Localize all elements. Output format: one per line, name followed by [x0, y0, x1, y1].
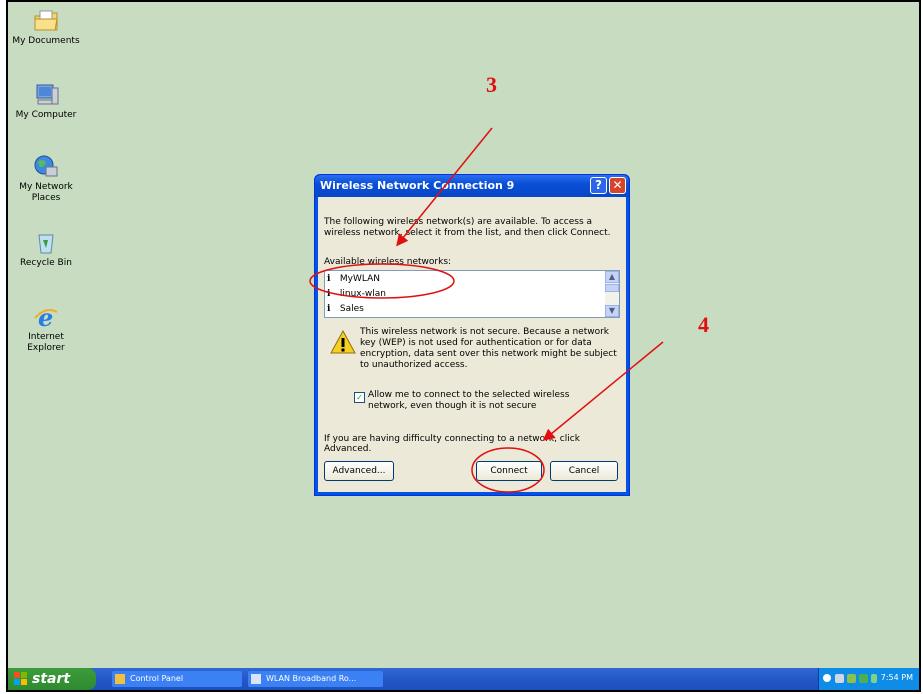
screenshot-frame: My Documents My Computer My Network Plac…	[6, 0, 921, 692]
info-icon: i	[327, 274, 331, 284]
dialog-body: The following wireless network(s) are av…	[318, 197, 626, 492]
network-name: MyWLAN	[339, 274, 380, 284]
network-name: linux-wlan	[339, 289, 386, 299]
start-label: start	[32, 671, 71, 687]
info-icon: i	[327, 304, 331, 314]
desktop-icon-my-network-places[interactable]: My Network Places	[8, 154, 84, 204]
troubleshoot-text: If you are having difficulty connecting …	[324, 434, 580, 454]
scroll-down-icon[interactable]: ▼	[605, 305, 619, 317]
cancel-button[interactable]: Cancel	[550, 461, 618, 481]
desktop-icon-label: My Network Places	[19, 182, 73, 203]
clock: 7:54 PM	[880, 673, 913, 682]
security-tray-icon[interactable]	[847, 674, 856, 683]
allow-insecure-label[interactable]: Allow me to connect to the selected wire…	[368, 390, 608, 412]
desktop-icon-label: My Documents	[12, 36, 80, 46]
close-button[interactable]: ✕	[609, 177, 626, 194]
intro-text: The following wireless network(s) are av…	[324, 217, 611, 238]
scroll-thumb[interactable]	[605, 284, 619, 292]
desktop-icon-internet-explorer[interactable]: e Internet Explorer	[8, 303, 84, 354]
network-item-sales[interactable]: i Sales	[327, 302, 603, 316]
annotation-step-4: 4	[698, 312, 709, 337]
dialog-titlebar[interactable]: Wireless Network Connection 9 ? ✕	[315, 175, 629, 197]
svg-text:e: e	[38, 304, 53, 330]
folder-icon	[32, 8, 60, 34]
list-scrollbar[interactable]: ▲ ▼	[605, 271, 619, 317]
start-button[interactable]: start	[8, 668, 96, 690]
computer-icon	[32, 82, 60, 108]
network-tray-icon[interactable]	[835, 674, 844, 683]
network-name: Sales	[339, 304, 364, 314]
desktop-icon-label: My Computer	[15, 110, 77, 120]
desktop-icon-my-documents[interactable]: My Documents	[8, 8, 84, 47]
taskbar: start Control Panel WLAN Broadband Ro...…	[8, 668, 919, 690]
scroll-up-icon[interactable]: ▲	[605, 271, 619, 283]
network-icon	[32, 154, 60, 180]
task-label: Control Panel	[130, 674, 184, 683]
recycle-bin-icon	[32, 230, 60, 256]
desktop-icon-my-computer[interactable]: My Computer	[8, 82, 84, 121]
allow-insecure-checkbox[interactable]: ✓	[354, 392, 365, 403]
network-item-mywlan[interactable]: i MyWLAN	[327, 272, 603, 286]
wireless-tray-icon[interactable]	[859, 674, 868, 683]
network-list[interactable]: i MyWLAN i linux-wlan i Sales ▲ ▼	[324, 270, 620, 318]
internet-explorer-icon: e	[32, 303, 60, 332]
dialog-title: Wireless Network Connection 9	[320, 179, 515, 192]
control-panel-icon	[115, 674, 125, 684]
annotation-step-3: 3	[486, 72, 497, 97]
task-wlan-broadband[interactable]: WLAN Broadband Ro...	[248, 671, 383, 687]
system-tray: 7:54 PM	[818, 668, 919, 690]
info-icon: i	[327, 289, 331, 299]
wireless-connection-dialog: Wireless Network Connection 9 ? ✕ The fo…	[314, 174, 630, 496]
signal-strength-icon[interactable]	[871, 674, 877, 683]
tray-expand-icon[interactable]	[823, 674, 831, 682]
browser-window-icon	[251, 674, 261, 684]
task-label: WLAN Broadband Ro...	[266, 674, 357, 683]
advanced-button[interactable]: Advanced...	[324, 461, 394, 481]
security-warning-text: This wireless network is not secure. Bec…	[360, 327, 617, 370]
help-button[interactable]: ?	[590, 177, 607, 194]
desktop-icon-label: Internet Explorer	[27, 332, 65, 353]
desktop-icon-label: Recycle Bin	[20, 258, 72, 268]
available-networks-label: Available wireless networks:	[324, 257, 452, 267]
task-control-panel[interactable]: Control Panel	[112, 671, 242, 687]
connect-button[interactable]: Connect	[476, 461, 542, 481]
windows-logo-icon	[14, 672, 27, 685]
desktop-icon-recycle-bin[interactable]: Recycle Bin	[8, 230, 84, 269]
network-item-linux-wlan[interactable]: i linux-wlan	[327, 287, 603, 301]
